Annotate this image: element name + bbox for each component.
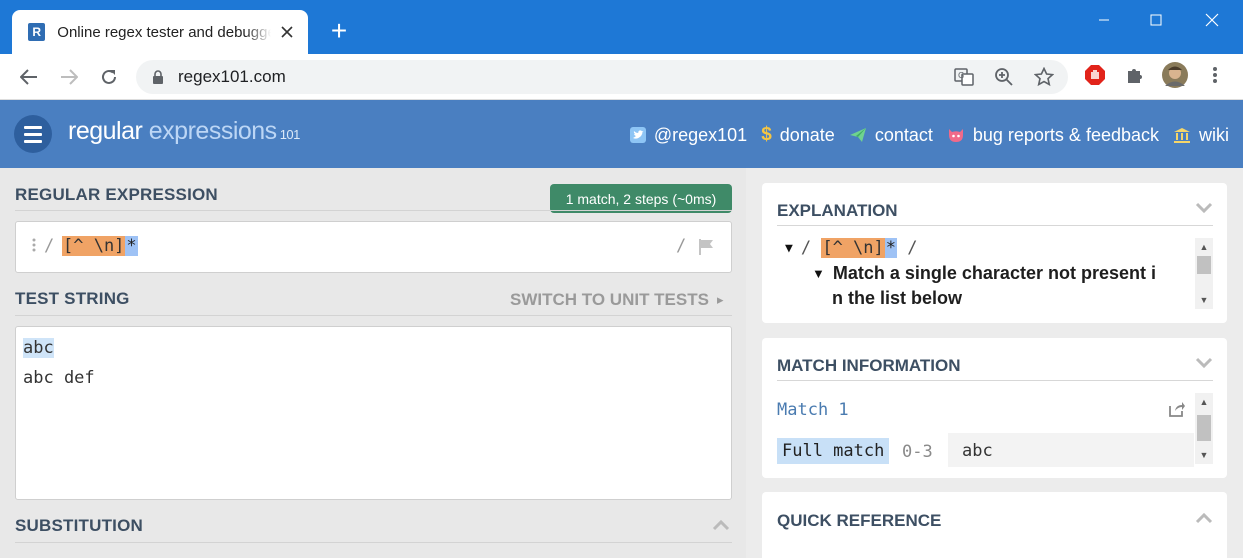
- bookmark-star-icon[interactable]: [1032, 66, 1056, 88]
- scroll-up-arrow-icon[interactable]: ▲: [1199, 397, 1209, 407]
- divider: [15, 210, 732, 211]
- divider: [777, 225, 1213, 226]
- new-tab-button[interactable]: +: [326, 17, 352, 45]
- adblock-icon[interactable]: [1082, 62, 1108, 88]
- match-title: Match 1: [777, 400, 849, 420]
- explanation-card: EXPLANATION ▼ / [^ \n] * / ▼ Match a sing…: [762, 183, 1227, 323]
- match-information-heading: MATCH INFORMATION: [777, 356, 961, 375]
- header-nav: @regex101 $ donate contact bug reports &…: [629, 124, 1229, 146]
- app-header: regular expressions 101 @regex101 $ donat…: [0, 100, 1243, 168]
- regex-char-class-token: [^ \n]: [62, 236, 126, 256]
- address-bar[interactable]: regex101.com G: [136, 60, 1068, 94]
- regex-text[interactable]: [^ \n] *: [62, 236, 138, 256]
- share-icon[interactable]: [1168, 400, 1186, 418]
- regex101-favicon-icon: R: [28, 23, 46, 41]
- test-line-1: abc: [23, 338, 54, 358]
- dollar-icon: $: [761, 124, 772, 145]
- drag-handle-icon[interactable]: [32, 238, 36, 254]
- scroll-down-arrow-icon[interactable]: ▼: [1199, 450, 1209, 460]
- logo[interactable]: regular expressions 101: [68, 117, 300, 146]
- test-string-input[interactable]: abc abc def: [15, 326, 732, 500]
- tab-title: Online regex tester and debugger: PHP, P…: [57, 23, 270, 41]
- explanation-scrollbar[interactable]: ▲ ▼: [1195, 238, 1213, 309]
- nav-contact[interactable]: contact: [849, 124, 933, 146]
- regex-delimiter-open: /: [44, 236, 55, 256]
- browser-tab-strip: R Online regex tester and debugger: PHP,…: [0, 0, 1243, 54]
- scroll-up-arrow-icon[interactable]: ▲: [1199, 242, 1209, 252]
- paper-plane-icon: [849, 127, 867, 143]
- url-text: regex101.com: [178, 67, 286, 86]
- github-icon: [947, 127, 965, 143]
- twitter-icon: [629, 127, 646, 143]
- chevron-right-icon: ▸: [716, 292, 724, 307]
- bank-icon: [1173, 127, 1191, 144]
- expand-triangle-icon[interactable]: ▼: [812, 266, 825, 281]
- switch-to-unit-tests-link[interactable]: SWITCH TO UNIT TESTS ▸: [510, 290, 724, 310]
- divider: [777, 380, 1213, 381]
- scroll-thumb[interactable]: [1197, 256, 1211, 274]
- sidebar: EXPLANATION ▼ / [^ \n] * / ▼ Match a sing…: [746, 168, 1243, 558]
- scroll-down-arrow-icon[interactable]: ▼: [1199, 295, 1209, 305]
- close-window-icon[interactable]: [1189, 6, 1235, 34]
- svg-text:G: G: [958, 71, 964, 80]
- scroll-thumb[interactable]: [1197, 415, 1211, 441]
- explanation-item-cont: n the list below: [832, 288, 963, 308]
- zoom-icon[interactable]: [992, 66, 1016, 88]
- maximize-icon[interactable]: [1133, 6, 1179, 34]
- lock-icon: [153, 69, 163, 84]
- chevron-up-icon[interactable]: [1195, 512, 1213, 524]
- browser-tab[interactable]: R Online regex tester and debugger: PHP,…: [12, 10, 308, 54]
- nav-twitter[interactable]: @regex101: [629, 124, 747, 146]
- chevron-down-icon[interactable]: [1195, 202, 1213, 214]
- nav-wiki[interactable]: wiki: [1173, 124, 1229, 146]
- quick-reference-card: QUICK REFERENCE: [762, 492, 1227, 558]
- reload-icon[interactable]: [94, 62, 124, 92]
- test-line-2: abc def: [23, 368, 95, 388]
- flag-icon[interactable]: [698, 238, 716, 256]
- regex-quantifier-token: *: [125, 236, 138, 256]
- regex-heading: REGULAR EXPRESSION: [15, 185, 218, 204]
- tab-close-icon[interactable]: [279, 23, 296, 41]
- back-arrow-icon[interactable]: [14, 62, 44, 92]
- explanation-heading: EXPLANATION: [777, 201, 898, 220]
- hamburger-menu-icon[interactable]: [14, 115, 52, 153]
- full-match-label: Full match: [777, 438, 890, 464]
- profile-avatar[interactable]: [1162, 62, 1188, 88]
- match-range: 0-3: [902, 442, 933, 462]
- extensions-puzzle-icon[interactable]: [1122, 62, 1148, 88]
- substitution-heading: SUBSTITUTION: [15, 516, 144, 535]
- match-information-card: MATCH INFORMATION Match 1 Full match 0-3…: [762, 338, 1227, 478]
- match-highlight: abc: [23, 338, 54, 358]
- divider: [15, 542, 732, 543]
- match-status-badge: 1 match, 2 steps (~0ms): [550, 184, 732, 213]
- minimize-icon[interactable]: [1081, 6, 1127, 34]
- regex-delimiter-close: /: [676, 236, 687, 256]
- chevron-up-icon[interactable]: [712, 519, 730, 531]
- explanation-regex-line[interactable]: ▼ / [^ \n] * /: [785, 238, 918, 258]
- more-menu-icon[interactable]: [1202, 62, 1228, 88]
- test-string-heading: TEST STRING: [15, 289, 130, 308]
- translate-icon[interactable]: G: [952, 66, 976, 88]
- match-info-scrollbar[interactable]: ▲ ▼: [1195, 393, 1213, 464]
- quick-reference-heading: QUICK REFERENCE: [777, 511, 942, 530]
- chevron-down-icon[interactable]: [1195, 357, 1213, 369]
- regex-input[interactable]: / [^ \n] * /: [15, 221, 732, 273]
- divider: [15, 315, 732, 316]
- nav-donate[interactable]: $ donate: [761, 124, 835, 146]
- browser-toolbar: regex101.com G: [0, 54, 1243, 100]
- editor-pane: REGULAR EXPRESSION 1 match, 2 steps (~0m…: [0, 168, 746, 558]
- explanation-item[interactable]: ▼ Match a single character not present i: [812, 263, 1156, 284]
- forward-arrow-icon[interactable]: [54, 62, 84, 92]
- match-value: abc: [948, 433, 1194, 467]
- expand-triangle-icon[interactable]: ▼: [785, 241, 793, 256]
- nav-bug-reports[interactable]: bug reports & feedback: [947, 124, 1159, 146]
